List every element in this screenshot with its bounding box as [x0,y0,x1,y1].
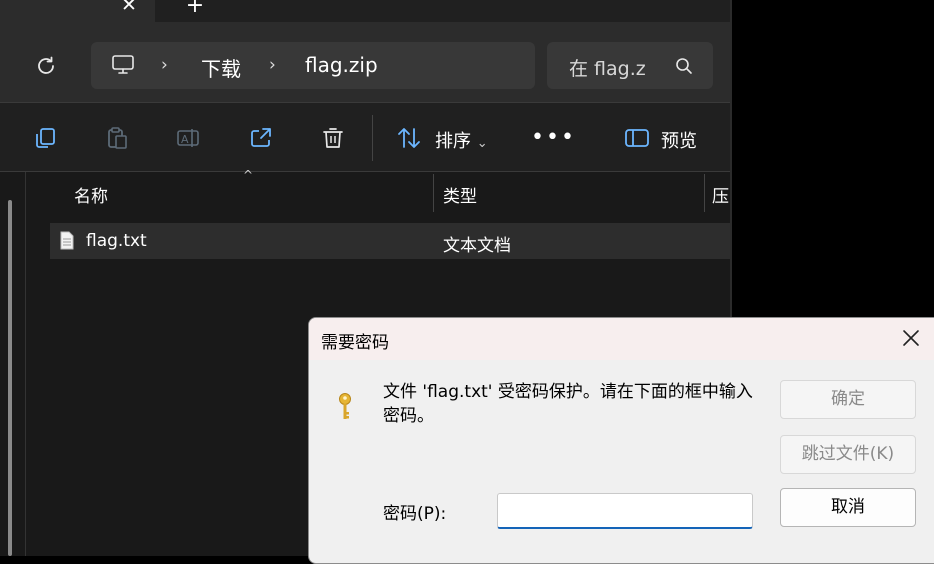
file-type: 文本文档 [443,236,511,256]
dialog-title-bar: 需要密码 [309,318,934,360]
breadcrumb-chevron-icon[interactable]: › [269,55,276,75]
dialog-message: 文件 'flag.txt' 受密码保护。请在下面的框中输入密码。 [383,382,753,426]
column-header-compressed[interactable]: 压 [712,182,729,207]
address-row: › 下载 › flag.zip 在 flag.z [0,22,730,103]
address-bar[interactable]: › 下载 › flag.zip [91,42,535,89]
close-icon[interactable] [899,326,923,350]
tab-bar: ✕ + [0,0,730,22]
nav-pane-divider [25,172,26,556]
search-box[interactable]: 在 flag.z [547,42,713,89]
tab-current[interactable]: ✕ [0,0,155,22]
password-dialog: 需要密码 文件 'flag.txt' 受密码保护。请在下面的框中输入密码。 确定… [308,317,934,564]
column-header-name[interactable]: 名称 [74,182,108,207]
more-options-button[interactable]: ••• [531,125,576,150]
sort-button[interactable]: 排序 ⌄ [435,127,488,153]
copy-icon[interactable] [32,125,58,151]
preview-button[interactable]: 预览 [661,127,697,153]
column-divider[interactable] [704,174,705,212]
list-item[interactable]: flag.txt 文本文档 [50,223,730,259]
toolbar-separator [372,115,373,161]
breadcrumb-chevron-icon[interactable]: › [161,55,168,75]
key-icon [339,393,351,419]
password-field[interactable] [497,493,753,529]
sort-label: 排序 [435,131,471,152]
paste-icon[interactable] [104,125,130,151]
new-tab-button[interactable]: + [183,0,207,17]
file-name: flag.txt [86,231,147,251]
sort-icon[interactable] [396,125,422,151]
share-icon[interactable] [248,125,274,151]
svg-text:A: A [181,133,189,146]
skip-file-button[interactable]: 跳过文件(K) [780,435,916,474]
refresh-icon[interactable] [34,54,58,78]
sort-ascending-icon: ^ [243,168,254,182]
dialog-title: 需要密码 [321,333,389,353]
chevron-down-icon: ⌄ [476,136,488,151]
password-label: 密码(P): [383,504,447,524]
text-file-icon [60,231,74,250]
column-divider[interactable] [433,174,434,212]
breadcrumb-flag-zip[interactable]: flag.zip [305,53,378,77]
this-pc-icon[interactable] [111,54,135,76]
ok-button[interactable]: 确定 [780,380,916,419]
preview-pane-icon[interactable] [624,125,650,151]
command-bar: A 排序 ⌄ ••• 预览 [0,103,730,172]
delete-icon[interactable] [320,125,346,151]
rename-icon[interactable]: A [176,125,202,151]
search-icon[interactable] [675,57,693,75]
cancel-button[interactable]: 取消 [780,488,916,527]
breadcrumb-downloads[interactable]: 下载 [201,53,241,82]
column-header-type[interactable]: 类型 [443,182,477,207]
search-input[interactable]: 在 flag.z [569,54,646,81]
close-tab-icon[interactable]: ✕ [118,0,140,16]
nav-pane-scrollbar[interactable] [8,200,12,556]
